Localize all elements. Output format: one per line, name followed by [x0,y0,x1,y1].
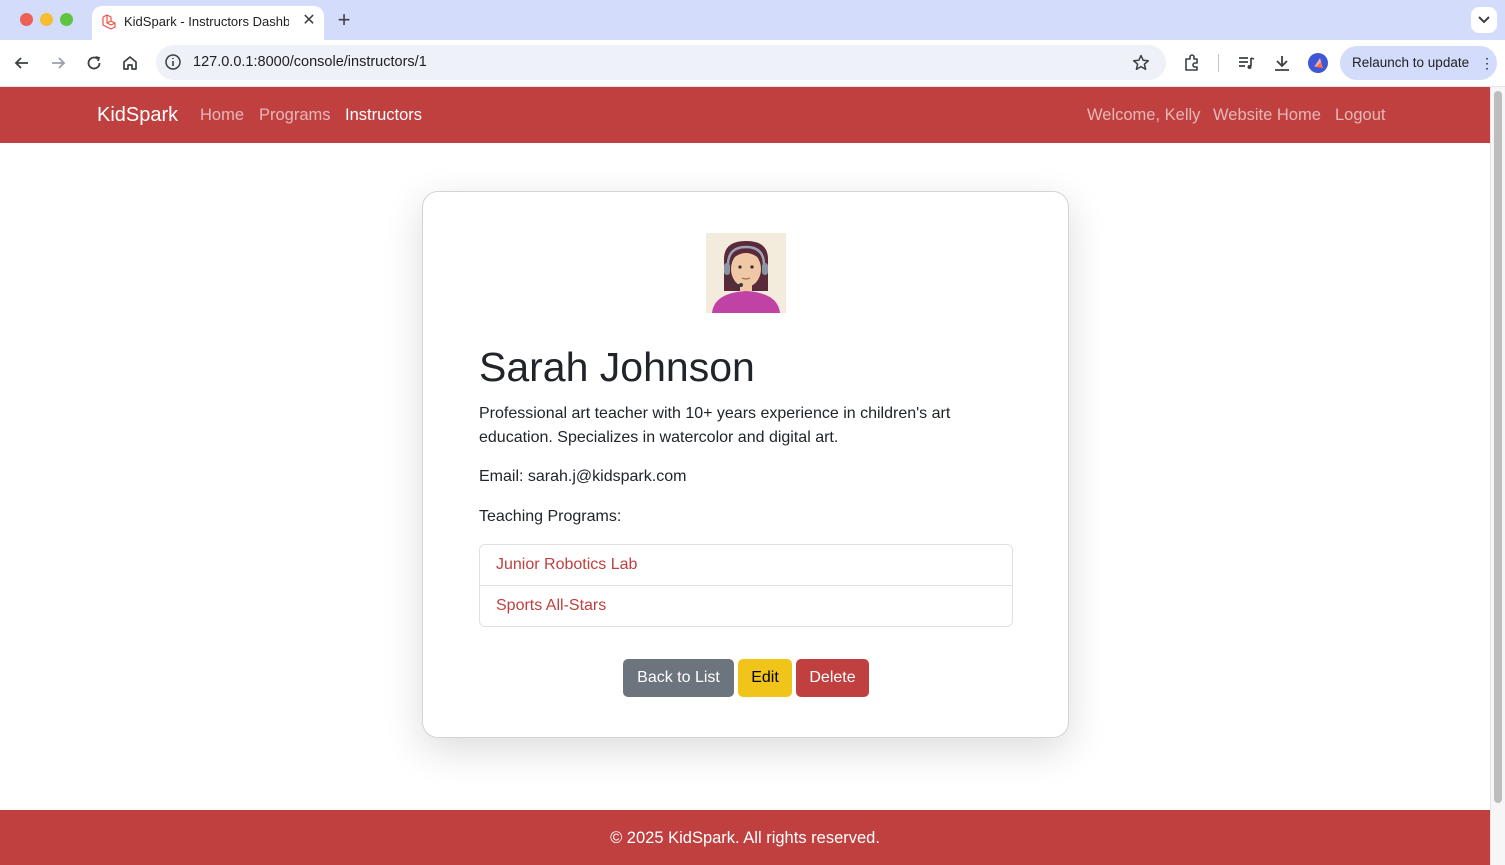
more-vertical-icon[interactable]: ⋮ [1480,55,1494,72]
laravel-favicon-icon [102,14,116,30]
instructor-email: Email: sarah.j@kidspark.com [479,468,687,485]
back-arrow-icon[interactable] [11,52,33,74]
brand-logo-link[interactable]: KidSpark [97,104,178,127]
chevron-down-icon [1478,16,1490,24]
program-link-sports-all-stars[interactable]: Sports All-Stars [496,597,606,615]
page-scrollbar[interactable] [1490,87,1505,865]
delete-button[interactable]: Delete [796,659,869,697]
browser-tab[interactable]: KidSpark - Instructors Dashboard ✕ [92,6,324,40]
tab-search-button[interactable] [1471,7,1497,33]
site-info-icon[interactable] [164,53,182,71]
logout-link[interactable]: Logout [1335,106,1385,125]
list-item[interactable]: Junior Robotics Lab [480,545,1012,586]
relaunch-update-button[interactable]: Relaunch to update ⋮ [1340,46,1497,80]
download-icon[interactable] [1271,52,1293,74]
scrollbar-thumb[interactable] [1494,91,1502,803]
relaunch-label: Relaunch to update [1352,55,1470,70]
instructor-bio: Professional art teacher with 10+ years … [479,405,951,446]
home-icon[interactable] [119,52,141,74]
new-tab-button[interactable]: + [334,8,354,32]
profile-avatar-icon[interactable] [1308,53,1328,73]
nav-instructors-link[interactable]: Instructors [345,106,422,125]
nav-programs-link[interactable]: Programs [259,106,331,125]
extensions-puzzle-icon[interactable] [1181,52,1203,74]
website-home-link[interactable]: Website Home [1213,106,1321,125]
bookmark-star-icon[interactable] [1131,53,1151,73]
welcome-user-text[interactable]: Welcome, Kelly [1087,106,1200,125]
program-link-junior-robotics-lab[interactable]: Junior Robotics Lab [496,556,637,574]
instructor-avatar-icon [706,233,786,313]
window-maximize-button[interactable] [60,13,73,26]
tab-title: KidSpark - Instructors Dashboard [124,14,289,29]
footer-copyright: © 2025 KidSpark. All rights reserved. [610,829,880,847]
edit-button[interactable]: Edit [738,659,792,697]
instructor-detail-card: Sarah Johnson Professional art teacher w… [422,191,1069,738]
browser-toolbar: 127.0.0.1:8000/console/instructors/1 Rel… [0,40,1505,87]
instructor-name: Sarah Johnson [479,344,755,390]
window-close-button[interactable] [20,13,33,26]
nav-home-link[interactable]: Home [200,106,244,125]
media-queue-icon[interactable] [1235,52,1257,74]
url-text[interactable]: 127.0.0.1:8000/console/instructors/1 [193,54,427,70]
browser-tab-bar: KidSpark - Instructors Dashboard ✕ + [0,0,1505,40]
address-bar[interactable]: 127.0.0.1:8000/console/instructors/1 [156,45,1166,80]
back-to-list-button[interactable]: Back to List [623,659,734,697]
teaching-programs-label: Teaching Programs: [479,508,622,525]
toolbar-divider [1218,54,1219,72]
list-item[interactable]: Sports All-Stars [480,586,1012,627]
reload-icon[interactable] [83,52,105,74]
forward-arrow-icon[interactable] [47,52,69,74]
window-minimize-button[interactable] [40,13,53,26]
site-footer: © 2025 KidSpark. All rights reserved. [0,810,1490,865]
site-navbar: KidSpark Home Programs Instructors Welco… [0,87,1490,143]
tab-close-icon[interactable]: ✕ [300,12,318,30]
teaching-programs-list: Junior Robotics Lab Sports All-Stars [479,544,1013,627]
